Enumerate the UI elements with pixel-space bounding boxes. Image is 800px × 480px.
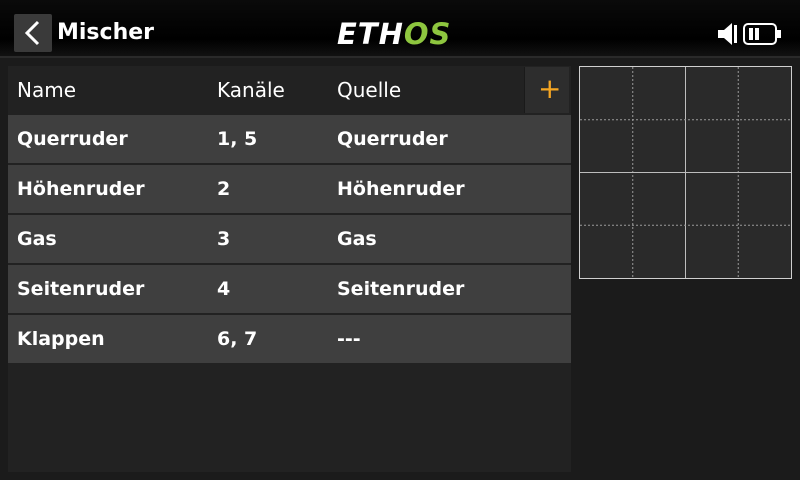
mixer-table: Name Kanäle Quelle + Querruder 1, 5 Quer… <box>8 66 571 472</box>
table-row[interactable]: Querruder 1, 5 Querruder <box>8 115 571 163</box>
mixer-preview-graph <box>579 66 792 279</box>
column-source: Quelle <box>337 78 402 102</box>
table-header: Name Kanäle Quelle + <box>8 66 571 114</box>
table-row[interactable]: Höhenruder 2 Höhenruder <box>8 165 571 213</box>
row-channels: 4 <box>217 278 231 300</box>
row-channels: 2 <box>217 178 231 200</box>
page-title: Mischer <box>57 20 155 45</box>
row-name: Seitenruder <box>17 278 145 300</box>
row-source: Höhenruder <box>337 178 465 200</box>
speaker-icon[interactable] <box>716 22 738 46</box>
row-source: Querruder <box>337 128 448 150</box>
row-source: Seitenruder <box>337 278 465 300</box>
top-bar: Mischer ETHOS <box>0 0 800 58</box>
row-channels: 1, 5 <box>217 128 258 150</box>
row-name: Querruder <box>17 128 128 150</box>
column-channels: Kanäle <box>217 78 285 102</box>
back-button[interactable] <box>14 14 52 52</box>
row-source: --- <box>337 328 361 350</box>
battery-icon <box>743 23 781 45</box>
row-name: Klappen <box>17 328 105 350</box>
table-row[interactable]: Seitenruder 4 Seitenruder <box>8 265 571 313</box>
ethos-logo: ETHOS <box>337 17 452 51</box>
table-row[interactable]: Gas 3 Gas <box>8 215 571 263</box>
row-name: Gas <box>17 228 57 250</box>
row-name: Höhenruder <box>17 178 145 200</box>
plus-icon: + <box>538 72 562 105</box>
chevron-left-icon <box>24 20 40 46</box>
table-row[interactable]: Klappen 6, 7 --- <box>8 315 571 363</box>
graph-grid <box>580 67 791 278</box>
row-channels: 3 <box>217 228 231 250</box>
row-source: Gas <box>337 228 377 250</box>
row-channels: 6, 7 <box>217 328 258 350</box>
column-name: Name <box>17 78 77 102</box>
add-mixer-button[interactable]: + <box>524 67 569 113</box>
